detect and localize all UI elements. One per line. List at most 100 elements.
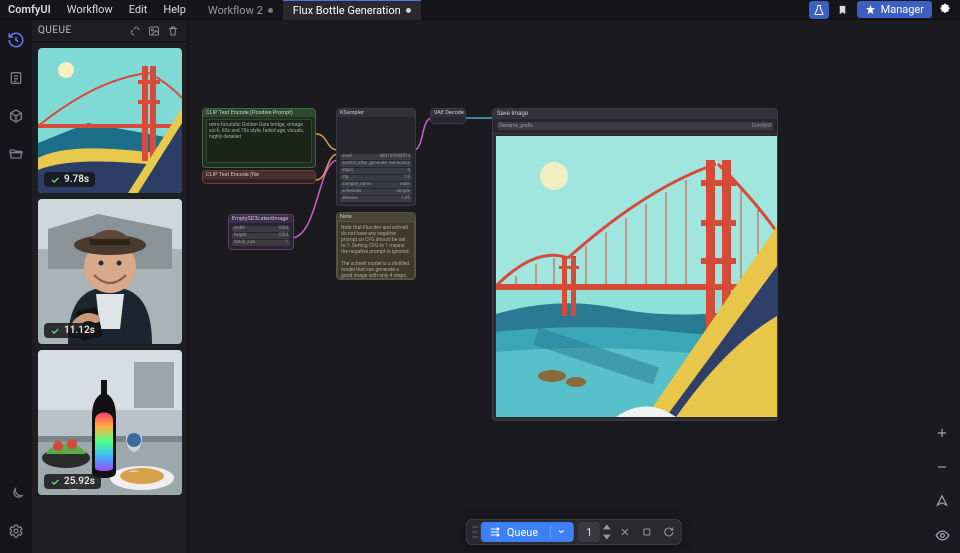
- node-title: Save Image: [493, 109, 777, 119]
- node-save-image[interactable]: Save Image filename_prefix ComfyUI: [492, 108, 778, 421]
- menu-workflow[interactable]: Workflow: [59, 0, 121, 19]
- tab-label: Flux Bottle Generation: [293, 4, 401, 17]
- queue-run-label: Queue: [507, 526, 538, 539]
- rail-folder-button[interactable]: [6, 144, 26, 164]
- main-menu: ComfyUI Workflow Edit Help: [0, 0, 194, 19]
- queue-item[interactable]: 11.12s: [38, 199, 182, 344]
- field-row[interactable]: schedulersimple: [340, 189, 412, 195]
- node-clip-positive[interactable]: CLIP Text Encode (Positive Prompt) retro…: [202, 108, 316, 168]
- tab-label: Workflow 2: [208, 4, 263, 17]
- tab-workflow-2[interactable]: Workflow 2: [198, 0, 283, 20]
- grip-icon: [472, 525, 478, 539]
- queue-time-badge: 9.78s: [44, 172, 95, 187]
- queue-time: 11.12s: [64, 325, 95, 336]
- queue-item[interactable]: 9.78s: [38, 48, 182, 193]
- star-icon: [865, 4, 876, 15]
- fit-view-button[interactable]: [932, 491, 952, 511]
- field-row[interactable]: denoise1.00: [340, 196, 412, 202]
- toggle-visibility-button[interactable]: [932, 525, 952, 545]
- node-title: EmptySD3LatentImage: [229, 215, 293, 223]
- menu-help[interactable]: Help: [155, 0, 194, 19]
- image-icon: [148, 25, 160, 37]
- left-rail: [0, 20, 32, 553]
- menu-edit[interactable]: Edit: [121, 0, 156, 19]
- node-title: Note: [337, 213, 415, 221]
- field-row[interactable]: batch_size1: [232, 240, 290, 246]
- cancel-button[interactable]: [615, 522, 635, 542]
- rail-notes-button[interactable]: [6, 68, 26, 88]
- batch-count[interactable]: 1: [578, 522, 600, 542]
- step-up-button[interactable]: [601, 522, 613, 532]
- field-row[interactable]: filename_prefix ComfyUI: [497, 122, 773, 130]
- step-down-button[interactable]: [601, 532, 613, 542]
- bookmark-button[interactable]: [833, 1, 853, 19]
- manager-button[interactable]: Manager: [857, 1, 932, 18]
- rail-history-button[interactable]: [6, 30, 26, 50]
- graph-canvas[interactable]: CLIP Text Encode (Positive Prompt) retro…: [188, 20, 960, 553]
- node-vae-decode[interactable]: VAE Decode: [430, 108, 466, 124]
- queue-title: QUEUE: [38, 25, 72, 36]
- moon-icon: [8, 487, 24, 503]
- batch-stepper: [601, 522, 613, 542]
- node-ksampler[interactable]: KSampler seed483139545574 control_after_…: [336, 108, 416, 206]
- node-title: CLIP Text Encode (Ne: [203, 171, 315, 179]
- flow-icon: [489, 526, 501, 538]
- field-row[interactable]: seed483139545574: [340, 154, 412, 160]
- prompt-text[interactable]: retro-futuristic Golden Gate bridge, vin…: [206, 119, 312, 163]
- queue-clear-button[interactable]: [165, 23, 181, 39]
- queue-run-button[interactable]: Queue: [481, 522, 574, 542]
- rail-theme-button[interactable]: [6, 485, 26, 505]
- refresh-button[interactable]: [659, 522, 679, 542]
- queue-time: 25.92s: [64, 476, 95, 487]
- queue-image-button[interactable]: [146, 23, 162, 39]
- queue-panel: QUEUE: [32, 20, 188, 553]
- gear-icon: [8, 523, 24, 539]
- note-text: Note that Flux dev and schnell do not ha…: [337, 221, 415, 279]
- field-row[interactable]: height1024: [232, 233, 290, 239]
- notes-icon: [8, 70, 24, 86]
- drag-handle[interactable]: [469, 525, 481, 539]
- rail-settings-button[interactable]: [6, 521, 26, 541]
- chevron-down-icon: [603, 534, 611, 540]
- history-icon: [7, 31, 25, 49]
- node-clip-negative[interactable]: CLIP Text Encode (Ne: [202, 170, 316, 184]
- zoom-in-button[interactable]: [932, 423, 952, 443]
- top-bar: ComfyUI Workflow Edit Help Workflow 2 Fl…: [0, 0, 960, 20]
- queue-time: 9.78s: [64, 174, 89, 185]
- field-row[interactable]: sampler_nameeuler: [340, 182, 412, 188]
- queue-time-badge: 25.92s: [44, 474, 101, 489]
- stop-icon: [641, 526, 653, 538]
- field-row[interactable]: cfg1.0: [340, 175, 412, 181]
- stop-button[interactable]: [637, 522, 657, 542]
- refresh-icon: [663, 526, 675, 538]
- queue-dropdown[interactable]: [550, 526, 566, 539]
- queue-collapse-button[interactable]: [127, 23, 143, 39]
- app-logo: ComfyUI: [0, 0, 59, 19]
- chevron-up-icon: [603, 524, 611, 530]
- field-row[interactable]: steps4: [340, 168, 412, 174]
- cube-icon: [8, 108, 24, 124]
- tab-flux-bottle[interactable]: Flux Bottle Generation: [283, 0, 421, 20]
- queue-item[interactable]: 25.92s: [38, 350, 182, 495]
- queue-list: 9.78s: [32, 42, 187, 553]
- plus-icon: [935, 426, 949, 440]
- unsaved-dot-icon: [406, 8, 411, 13]
- zoom-out-button[interactable]: [932, 457, 952, 477]
- check-icon: [50, 477, 60, 487]
- trash-icon: [167, 25, 179, 37]
- minus-icon: [935, 460, 949, 474]
- field-row[interactable]: control_after_generaterandomize: [340, 161, 412, 167]
- node-title: VAE Decode: [431, 109, 465, 117]
- field-row[interactable]: width1024: [232, 226, 290, 232]
- extensions-button[interactable]: [936, 1, 954, 19]
- rail-models-button[interactable]: [6, 106, 26, 126]
- close-icon: [619, 526, 631, 538]
- beaker-button[interactable]: [809, 1, 829, 19]
- topbar-right: Manager: [809, 1, 960, 19]
- queue-time-badge: 11.12s: [44, 323, 101, 338]
- node-empty-latent[interactable]: EmptySD3LatentImage width1024 height1024…: [228, 214, 294, 250]
- beaker-icon: [813, 4, 825, 16]
- node-note[interactable]: Note Note that Flux dev and schnell do n…: [336, 212, 416, 280]
- manager-label: Manager: [881, 3, 924, 16]
- node-title: KSampler: [337, 109, 415, 117]
